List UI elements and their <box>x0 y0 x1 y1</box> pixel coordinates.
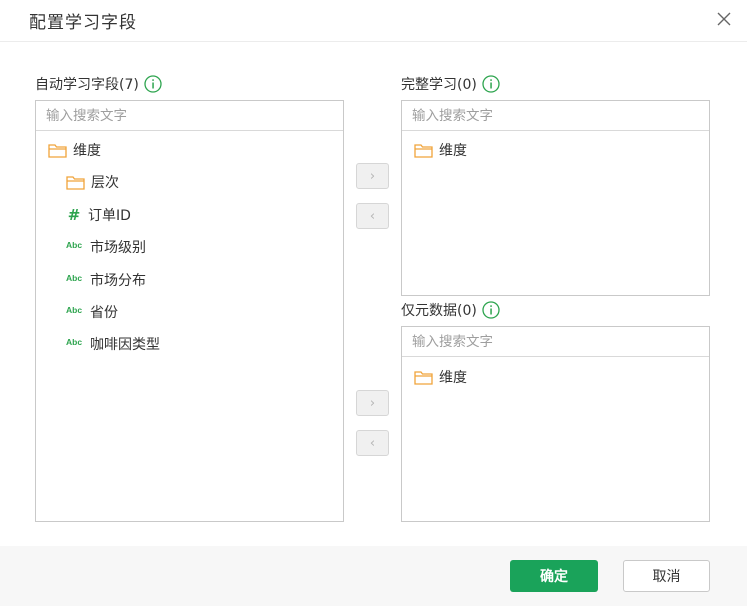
metadata-only-label: 仅元数据(0) <box>401 303 477 319</box>
folder-icon <box>48 143 67 158</box>
complete-learn-label-group: 完整学习(0) <box>401 74 500 94</box>
cancel-button[interactable]: 取消 <box>623 560 710 592</box>
tree-item-label: 订单ID <box>88 208 131 224</box>
close-icon[interactable] <box>715 10 733 28</box>
metadata-only-search-input[interactable] <box>412 333 709 350</box>
auto-learn-search <box>36 101 343 131</box>
complete-learn-search-input[interactable] <box>412 107 709 124</box>
tree-item-label: 层次 <box>91 175 119 191</box>
tree-item-dimension[interactable]: 维度 <box>414 138 467 162</box>
complete-learn-panel: 维度 <box>401 100 710 296</box>
info-icon[interactable] <box>144 75 162 93</box>
hash-icon: # <box>67 206 81 224</box>
tree-item-market-level[interactable]: Abc 市场级别 <box>66 235 146 259</box>
abc-icon: Abc <box>66 239 83 250</box>
folder-icon <box>414 370 433 385</box>
auto-learn-search-input[interactable] <box>46 107 343 124</box>
complete-learn-label: 完整学习(0) <box>401 77 477 93</box>
tree-item-label: 省份 <box>90 305 118 321</box>
abc-icon: Abc <box>66 304 83 315</box>
dialog-footer: 确定 取消 <box>0 546 747 606</box>
abc-icon: Abc <box>66 336 83 347</box>
move-from-complete-button[interactable]: ‹ <box>356 203 389 229</box>
tree-item-label: 维度 <box>73 143 101 159</box>
tree-item-dimension[interactable]: 维度 <box>414 365 467 389</box>
abc-icon: Abc <box>66 272 83 283</box>
tree-item-label: 维度 <box>439 143 467 159</box>
metadata-only-label-group: 仅元数据(0) <box>401 300 500 320</box>
metadata-only-panel: 维度 <box>401 326 710 522</box>
tree-item-market-distribution[interactable]: Abc 市场分布 <box>66 268 146 292</box>
dialog-title: 配置学习字段 <box>29 13 137 33</box>
info-icon[interactable] <box>482 75 500 93</box>
info-icon[interactable] <box>482 301 500 319</box>
move-from-metadata-button[interactable]: ‹ <box>356 430 389 456</box>
tree-item-order-id[interactable]: # 订单ID <box>66 203 131 227</box>
folder-icon <box>414 143 433 158</box>
auto-learn-panel: 维度 层次 # 订单ID Abc 市场级别 Abc 市场分布 Abc 省份 Ab… <box>35 100 344 522</box>
tree-item-label: 咖啡因类型 <box>90 337 160 353</box>
tree-item-label: 维度 <box>439 370 467 386</box>
dialog-header: 配置学习字段 <box>0 0 747 42</box>
tree-item-dimension[interactable]: 维度 <box>48 138 101 162</box>
tree-item-label: 市场级别 <box>90 240 146 256</box>
tree-item-province[interactable]: Abc 省份 <box>66 300 118 324</box>
tree-item-caffeine-type[interactable]: Abc 咖啡因类型 <box>66 332 160 356</box>
metadata-only-search <box>402 327 709 357</box>
auto-learn-label: 自动学习字段(7) <box>35 77 139 93</box>
tree-item-hierarchy[interactable]: 层次 <box>66 170 119 194</box>
folder-icon <box>66 175 85 190</box>
move-to-complete-button[interactable]: › <box>356 163 389 189</box>
auto-learn-label-group: 自动学习字段(7) <box>35 74 162 94</box>
complete-learn-search <box>402 101 709 131</box>
tree-item-label: 市场分布 <box>90 273 146 289</box>
move-to-metadata-button[interactable]: › <box>356 390 389 416</box>
ok-button[interactable]: 确定 <box>510 560 598 592</box>
